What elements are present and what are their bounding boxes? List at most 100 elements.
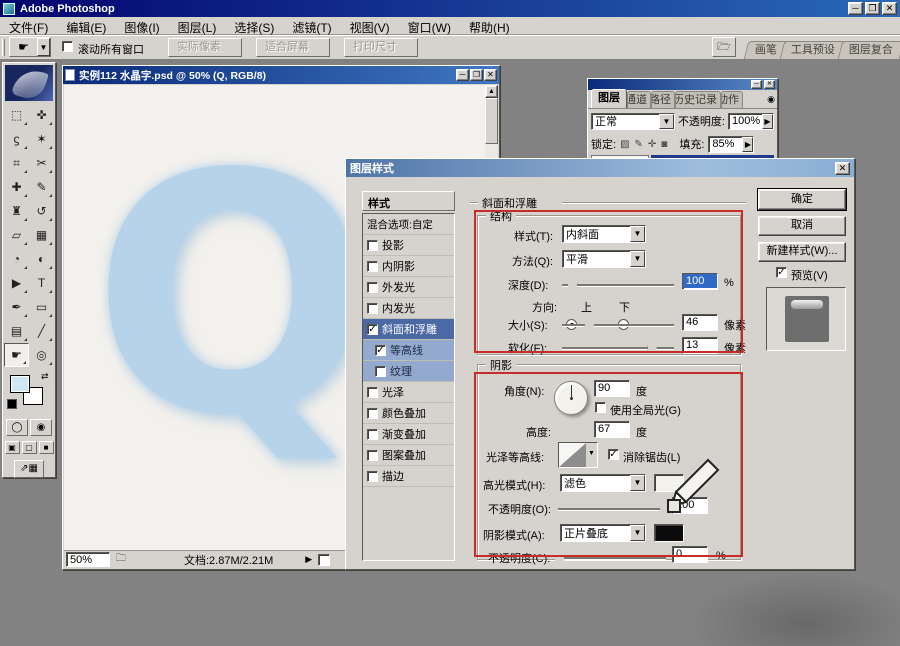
soften-slider[interactable] (562, 347, 674, 351)
doc-minimize-button[interactable]: ─ (456, 69, 469, 81)
zoom-level-field[interactable]: 50% (66, 552, 110, 567)
size-slider[interactable] (562, 324, 674, 328)
altitude-field[interactable]: 67 (594, 421, 630, 438)
blending-options-item[interactable]: 混合选项:自定 (363, 214, 454, 235)
method-dropdown-icon[interactable]: ▼ (630, 251, 645, 267)
style-item-checkbox[interactable] (367, 324, 378, 335)
brush-tool[interactable]: ✎ (29, 175, 54, 199)
brush-palette-button[interactable]: 🗁 (712, 37, 736, 57)
palette-tab-5[interactable]: 动作 (721, 91, 743, 108)
lock-image-icon[interactable]: ✎ (635, 139, 643, 150)
style-list-item[interactable]: 投影 (363, 235, 454, 256)
healing-brush-tool[interactable]: ✚ (4, 175, 29, 199)
palette-menu-icon[interactable]: ◉ (767, 94, 775, 105)
style-list-item[interactable]: 光泽 (363, 382, 454, 403)
shape-tool[interactable]: ▭ (29, 295, 54, 319)
workgroup-icon[interactable]: 🗀 (116, 551, 126, 568)
palette-well-tab[interactable]: 工具预设 (780, 41, 846, 59)
standard-mode-button[interactable]: ◯ (6, 419, 28, 436)
style-list-item[interactable]: 描边 (363, 466, 454, 487)
swap-colors-icon[interactable]: ⇄ (41, 371, 49, 382)
style-item-checkbox[interactable] (375, 345, 386, 356)
scrollbar-thumb[interactable] (485, 98, 498, 144)
new-style-button[interactable]: 新建样式(W)... (758, 242, 846, 262)
history-brush-tool[interactable]: ↺ (29, 199, 54, 223)
rectangular-marquee-tool[interactable]: ⬚ (4, 103, 29, 127)
highlight-dropdown-icon[interactable]: ▼ (630, 475, 645, 491)
fullscreen-menubar-button[interactable]: ▢ (22, 441, 37, 454)
clone-stamp-tool[interactable]: ♜ (4, 199, 29, 223)
global-light-checkbox[interactable] (595, 402, 606, 413)
highlight-mode-select[interactable]: 滤色 ▼ (560, 474, 646, 492)
preset-dropdown-icon[interactable]: ▼ (37, 38, 50, 56)
preview-checkbox[interactable] (776, 267, 787, 278)
contour-dropdown-icon[interactable]: ▼ (586, 443, 597, 467)
minimize-button[interactable]: ─ (848, 2, 863, 15)
style-item-checkbox[interactable] (367, 408, 378, 419)
fill-slider-icon[interactable]: ▶ (742, 137, 753, 152)
lasso-tool[interactable]: ϛ (4, 127, 29, 151)
slice-tool[interactable]: ✂ (29, 151, 54, 175)
style-item-checkbox[interactable] (367, 261, 378, 272)
path-selection-tool[interactable]: ▶ (4, 271, 29, 295)
close-button[interactable]: ✕ (882, 2, 897, 15)
sh-opacity-field[interactable]: 0 (672, 546, 708, 563)
palette-well-tab[interactable]: 图层复合 (838, 41, 900, 59)
palette-tab-1[interactable]: 图层 (591, 89, 627, 108)
style-list-item[interactable]: 内阴影 (363, 256, 454, 277)
soften-field[interactable]: 13 (682, 337, 718, 354)
blend-mode-select[interactable]: 正常 ▼ (591, 113, 675, 130)
palette-close-button[interactable]: ✕ (764, 80, 775, 89)
standard-screen-button[interactable]: ▣ (5, 441, 20, 454)
document-title-bar[interactable]: 实例112 水晶字.psd @ 50% (Q, RGB/8) ─ ❐ ✕ (63, 66, 499, 84)
style-item-checkbox[interactable] (367, 450, 378, 461)
imageready-jump-button[interactable]: ⇗▦ (14, 460, 44, 478)
zoom-tool[interactable]: ◎ (29, 343, 54, 367)
tool-preset-picker[interactable]: ☛ ▼ (9, 37, 51, 57)
hand-tool[interactable]: ☛ (4, 343, 29, 367)
foreground-color-swatch[interactable] (10, 375, 30, 393)
scroll-up-icon[interactable]: ▲ (485, 85, 498, 98)
ok-button[interactable]: 确定 (758, 189, 846, 210)
type-tool[interactable]: T (29, 271, 54, 295)
style-list-item[interactable]: 渐变叠加 (363, 424, 454, 445)
angle-dial[interactable] (554, 381, 588, 415)
quick-mask-mode-button[interactable]: ◉ (30, 419, 52, 436)
style-list-item[interactable]: 等高线 (363, 340, 454, 361)
opacity-slider-icon[interactable]: ▶ (762, 114, 773, 129)
dialog-close-button[interactable]: ✕ (835, 162, 850, 175)
style-list-item[interactable]: 颜色叠加 (363, 403, 454, 424)
crop-tool[interactable]: ⌗ (4, 151, 29, 175)
lock-all-icon[interactable]: ◙ (661, 139, 667, 150)
cancel-button[interactable]: 取消 (758, 216, 846, 236)
style-item-checkbox[interactable] (367, 429, 378, 440)
view-option-button[interactable]: 适合屏幕 (256, 38, 330, 57)
anti-alias-checkbox[interactable] (608, 449, 619, 460)
style-list-item[interactable]: 图案叠加 (363, 445, 454, 466)
hl-opacity-slider[interactable] (558, 508, 666, 512)
blur-tool[interactable]: ◔ (4, 247, 29, 271)
style-dropdown-icon[interactable]: ▼ (630, 226, 645, 242)
depth-slider[interactable] (562, 284, 674, 288)
angle-field[interactable]: 90 (594, 380, 630, 397)
magic-wand-tool[interactable]: ✶ (29, 127, 54, 151)
style-item-checkbox[interactable] (375, 366, 386, 377)
style-list-item[interactable]: 斜面和浮雕 (363, 319, 454, 340)
opacity-field[interactable]: 100% ▶ (728, 113, 774, 130)
depth-field[interactable]: 100 (682, 273, 718, 290)
style-item-checkbox[interactable] (367, 303, 378, 314)
style-select[interactable]: 内斜面 ▼ (562, 225, 646, 243)
lock-transparency-icon[interactable]: ▨ (620, 139, 629, 150)
style-list-item[interactable]: 纹理 (363, 361, 454, 382)
dialog-title-bar[interactable]: 图层样式 ✕ (346, 159, 854, 177)
method-select[interactable]: 平滑 ▼ (562, 250, 646, 268)
shadow-color-swatch[interactable] (654, 524, 684, 542)
size-field[interactable]: 46 (682, 314, 718, 331)
toolbox-logo[interactable] (5, 65, 53, 101)
blend-mode-dropdown-icon[interactable]: ▼ (659, 114, 674, 129)
shadow-dropdown-icon[interactable]: ▼ (630, 525, 645, 541)
style-item-checkbox[interactable] (367, 387, 378, 398)
eyedropper-tool[interactable]: ╱ (29, 319, 54, 343)
scroll-all-windows-checkbox[interactable] (62, 41, 73, 52)
style-list-item[interactable]: 外发光 (363, 277, 454, 298)
